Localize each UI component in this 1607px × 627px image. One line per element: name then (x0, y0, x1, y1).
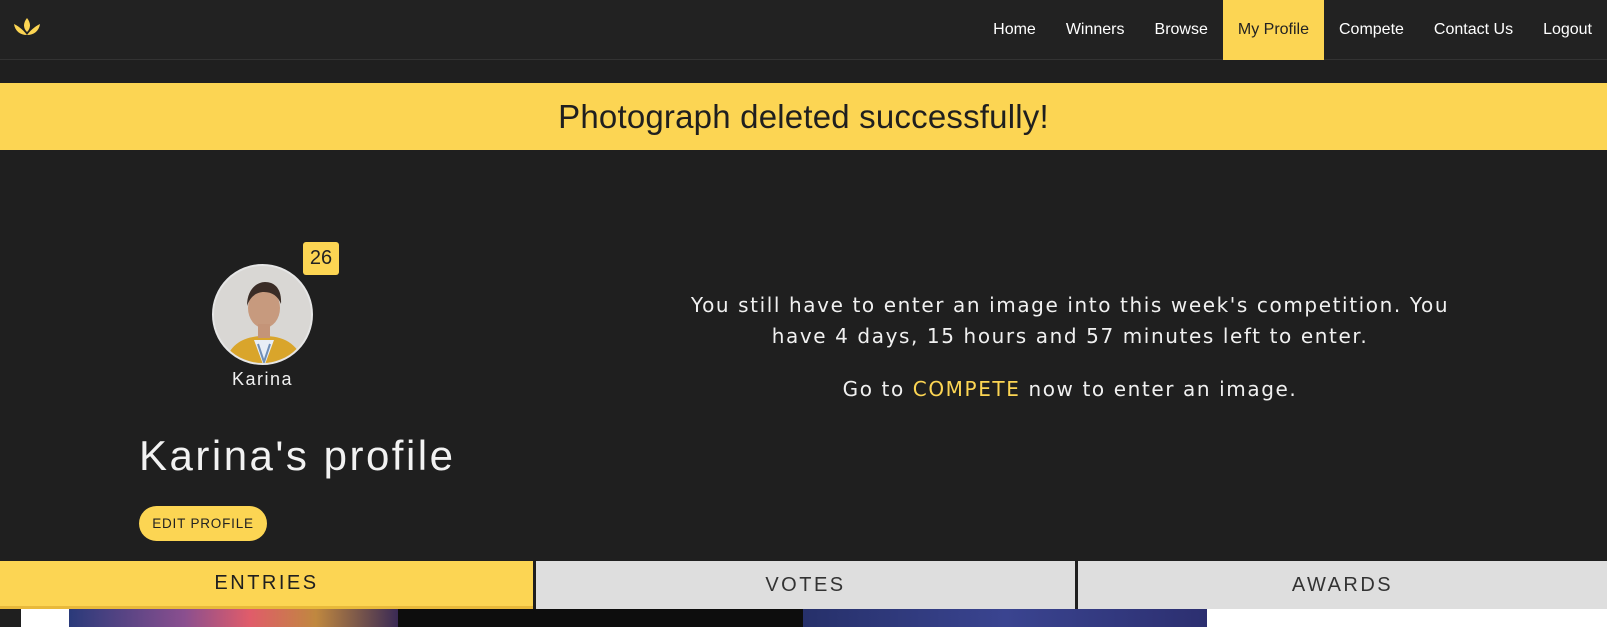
edit-profile-button[interactable]: EDIT PROFILE (139, 506, 267, 541)
nav-winners[interactable]: Winners (1051, 0, 1140, 60)
compete-link[interactable]: COMPETE (913, 377, 1021, 401)
success-banner: Photograph deleted successfully! (0, 83, 1607, 150)
nav-logout[interactable]: Logout (1528, 0, 1607, 60)
compete-prompt-prefix: Go to (842, 377, 913, 401)
entries-gallery (0, 609, 1607, 627)
avatar-username: Karina (231, 369, 294, 389)
success-message: Photograph deleted successfully! (558, 97, 1049, 135)
gallery-thumbnail[interactable] (1207, 609, 1607, 627)
top-navbar: Home Winners Browse My Profile Compete C… (0, 0, 1607, 60)
entry-count-badge: 26 (303, 242, 339, 275)
nav-home[interactable]: Home (978, 0, 1051, 60)
tab-votes[interactable]: VOTES (536, 561, 1075, 609)
nav-contact-us[interactable]: Contact Us (1419, 0, 1528, 60)
tab-entries[interactable]: ENTRIES (0, 561, 533, 609)
gallery-thumbnail[interactable] (69, 609, 398, 627)
gallery-thumbnail[interactable] (398, 609, 803, 627)
nav-my-profile[interactable]: My Profile (1222, 0, 1324, 60)
tab-awards[interactable]: AWARDS (1078, 561, 1607, 609)
gallery-gutter (0, 609, 21, 627)
profile-tabs: ENTRIES VOTES AWARDS (0, 561, 1607, 609)
profile-title: Karina's profile (139, 432, 456, 479)
lotus-logo-icon[interactable] (12, 16, 42, 40)
gallery-thumbnail[interactable] (803, 609, 1207, 627)
gallery-spacer (21, 609, 69, 627)
compete-prompt: Go to COMPETE now to enter an image. (660, 374, 1480, 405)
compete-prompt-suffix: now to enter an image. (1020, 377, 1298, 401)
nav-browse[interactable]: Browse (1140, 0, 1223, 60)
competition-notice: You still have to enter an image into th… (690, 293, 1450, 348)
avatar[interactable] (212, 264, 313, 365)
nav-compete[interactable]: Compete (1324, 0, 1419, 60)
main-nav: Home Winners Browse My Profile Compete C… (978, 0, 1607, 60)
